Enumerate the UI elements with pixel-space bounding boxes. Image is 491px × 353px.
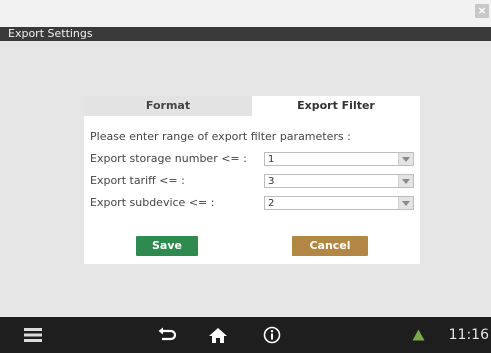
subdevice-select[interactable]: 2	[264, 196, 414, 210]
export-dialog: Format Export Filter Please enter range …	[84, 96, 420, 264]
close-button[interactable]: ×	[475, 4, 489, 18]
tariff-value: 3	[268, 176, 275, 187]
storage-number-value: 1	[268, 154, 275, 165]
filter-prompt: Please enter range of export filter para…	[90, 130, 351, 143]
chevron-down-icon	[398, 175, 413, 187]
clock: 11:16	[448, 327, 489, 343]
storage-number-select[interactable]: 1	[264, 152, 414, 166]
menu-icon[interactable]	[22, 317, 44, 353]
tariff-select[interactable]: 3	[264, 174, 414, 188]
tab-export-filter[interactable]: Export Filter	[252, 96, 420, 116]
cancel-button[interactable]: Cancel	[292, 236, 368, 256]
top-bar: ×	[0, 0, 491, 27]
bottom-taskbar: 11:16	[0, 317, 491, 353]
home-icon[interactable]	[205, 317, 231, 353]
storage-number-label: Export storage number <= :	[90, 152, 247, 165]
window-title: Export Settings	[0, 27, 491, 41]
tariff-label: Export tariff <= :	[90, 174, 185, 187]
back-icon[interactable]	[155, 317, 179, 353]
warning-icon[interactable]	[410, 317, 426, 353]
chevron-down-icon	[398, 153, 413, 165]
tab-bar: Format Export Filter	[84, 96, 420, 116]
info-icon[interactable]	[261, 317, 283, 353]
subdevice-value: 2	[268, 198, 275, 209]
tab-format[interactable]: Format	[84, 96, 252, 116]
subdevice-label: Export subdevice <= :	[90, 196, 215, 209]
chevron-down-icon	[398, 197, 413, 209]
save-button[interactable]: Save	[136, 236, 198, 256]
